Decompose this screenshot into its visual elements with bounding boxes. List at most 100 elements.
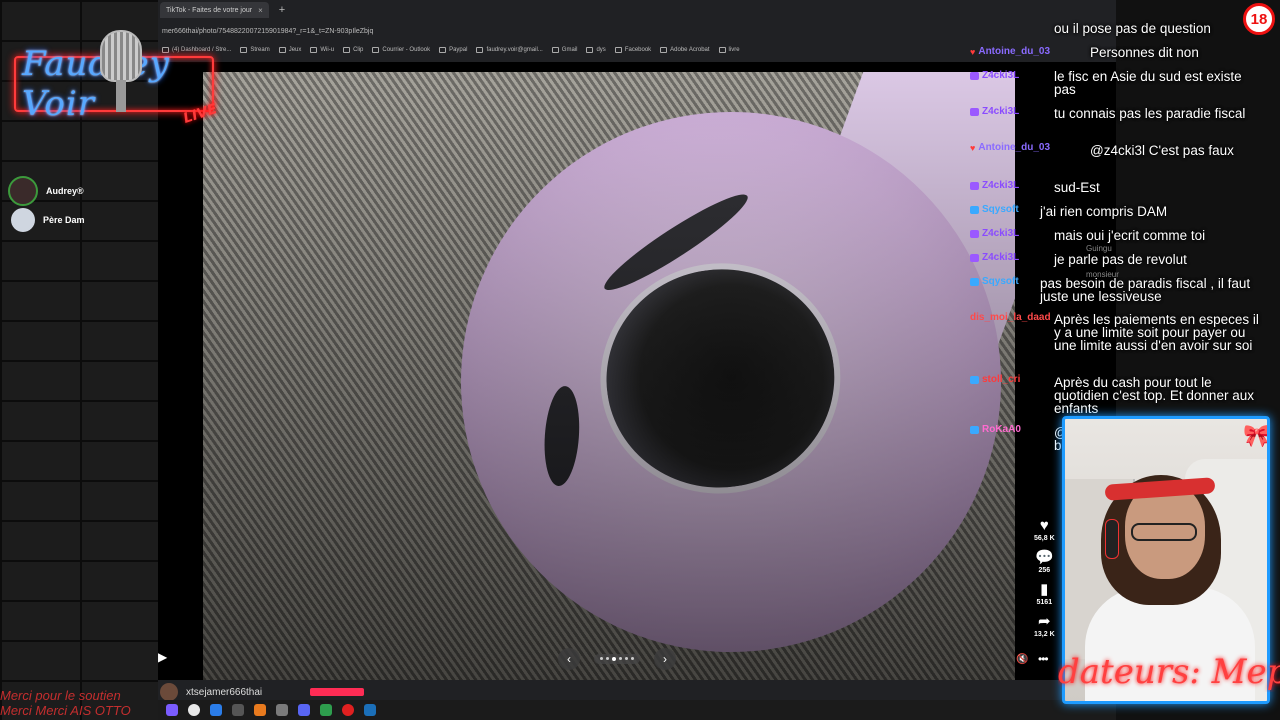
save-button[interactable]: ▮ 5161 [1037,581,1053,607]
app-icon[interactable] [320,704,332,716]
mute-icon[interactable]: 🔇 [1016,654,1028,665]
app-icon[interactable] [254,704,266,716]
microphone-stand [116,80,126,112]
folder-icon [586,47,594,53]
sub-badge-icon [970,181,979,190]
sub-badge-icon [970,253,979,262]
next-slide-button[interactable]: › [654,648,676,670]
bookmark-item[interactable]: Facebook [614,47,652,53]
author-bar: xtsejamer666thai [158,682,1116,702]
chat-username-text: Z4cki3L [982,180,1020,191]
comment-button[interactable]: 💬 256 [1034,549,1054,575]
bookmark-label: Stream [250,47,270,53]
share-icon: ➦ [1038,613,1051,630]
chat-username[interactable]: Z4cki3L [970,106,1060,117]
tab-tiktok[interactable]: TikTok - Faites de votre jour × [160,2,269,18]
bookmark-label: Jeux [288,47,302,53]
chat-message-text: @z4cki3l C'est pas faux [1090,143,1234,158]
bookmark-label: Gmail [561,47,578,53]
chat-username-text: Z4cki3L [982,252,1020,263]
slide-dots [594,654,640,664]
post-photo[interactable] [203,72,1015,680]
presence-name: Audrey® [46,186,84,196]
carousel-controls: ‹ › [558,648,676,670]
url-text[interactable]: mer666thai/photo/7548822007215901984?_r=… [162,28,373,35]
folder-icon [310,47,318,53]
chat-username[interactable]: Z4cki3L [970,252,1060,263]
chat-username-text: dis_moi_la_daad [970,312,1051,323]
prev-slide-button[interactable]: ‹ [558,648,580,670]
pink-ribbon-icon: 🎀 [1243,423,1270,448]
new-tab-button[interactable]: + [279,4,285,16]
discord-icon[interactable] [298,704,310,716]
app-icon[interactable] [342,704,354,716]
share-button[interactable]: ➦ 13,2 K [1034,613,1055,639]
chat-username[interactable]: ♥ Antoine_du_03 [970,46,1060,57]
chat-username-text: RoKaA0 [982,424,1021,435]
chrome-icon[interactable] [188,704,200,716]
follow-button[interactable] [310,688,365,696]
author-name[interactable]: xtsejamer666thai [186,687,262,698]
sub-badge-icon [970,425,979,434]
folder-icon [476,47,484,53]
slide-dot[interactable] [612,657,616,661]
slide-dot[interactable] [631,657,634,660]
chat-message-text: pas besoin de paradis fiscal , il faut j… [1040,276,1251,304]
chat-username-text: stoll_cri [982,374,1021,385]
sub-badge-icon [970,205,979,214]
bookmark-icon: ▮ [1040,581,1049,598]
bookmark-item[interactable]: Stream [240,47,270,53]
headset-icon [1105,519,1119,559]
comment-icon: 💬 [1034,549,1054,566]
chat-username[interactable]: ♥ Antoine_du_03 [970,142,1060,153]
bookmark-label: Wii-u [320,47,335,53]
folder-icon [660,47,668,53]
slide-dot[interactable] [619,657,622,660]
sub-badge-icon [970,375,979,384]
heart-badge-icon: ♥ [970,46,976,57]
steam-icon[interactable] [364,704,376,716]
chat-username[interactable]: dis_moi_la_daad [970,312,1060,323]
app-icon[interactable] [232,704,244,716]
bookmark-label: Courrier - Outlook [382,47,431,53]
chat-username[interactable]: Z4cki3L [970,180,1060,191]
bookmark-item[interactable]: faudrey.voir@gmail... [476,47,543,53]
bookmark-label: dys [596,47,606,53]
play-icon[interactable]: ▶ [158,650,167,664]
bookmark-item[interactable]: Paypal [439,47,467,53]
slide-dot[interactable] [625,657,628,660]
app-icon[interactable] [276,704,288,716]
bookmark-item[interactable]: Courrier - Outlook [372,47,430,53]
bookmark-item[interactable]: Wii-u [310,47,334,53]
age-rating-badge: 18 [1243,3,1275,35]
slide-dot[interactable] [600,657,603,660]
bookmark-item[interactable]: livre [718,47,740,53]
folder-icon [372,47,380,53]
chat-username[interactable]: RoKaA0 [970,424,1060,435]
app-icon[interactable] [210,704,222,716]
bookmark-label: livre [728,47,740,53]
bookmark-item[interactable]: Jeux [278,47,302,53]
like-button[interactable]: ♥ 56,8 K [1034,517,1055,543]
chat-message-text: Personnes dit non [1090,45,1199,60]
slide-dot[interactable] [606,657,609,660]
bookmark-item[interactable]: Adobe Acrobat [660,47,710,53]
microphone-icon [100,30,142,82]
chat-username[interactable]: Z4cki3L [970,70,1060,81]
bookmark-item[interactable]: Gmail [551,47,578,53]
chat-username-text: Antoine_du_03 [978,46,1051,57]
heart-icon: ♥ [1039,517,1049,534]
chat-username[interactable]: Z4cki3L [970,228,1060,239]
more-icon[interactable]: ••• [1038,652,1049,666]
bookmark-label: Facebook [624,47,652,53]
bookmark-item[interactable]: Clip [343,47,363,53]
author-avatar[interactable] [160,683,178,701]
heart-badge-icon: ♥ [970,142,976,153]
app-icon[interactable] [166,704,178,716]
bookmark-label: Paypal [449,47,468,53]
chat-ghost-text: monsieur [1086,270,1119,279]
avatar [11,208,35,232]
close-tab-icon[interactable]: × [258,6,263,15]
bookmark-item[interactable]: dys [586,47,606,53]
chat-username[interactable]: stoll_cri [970,374,1060,385]
